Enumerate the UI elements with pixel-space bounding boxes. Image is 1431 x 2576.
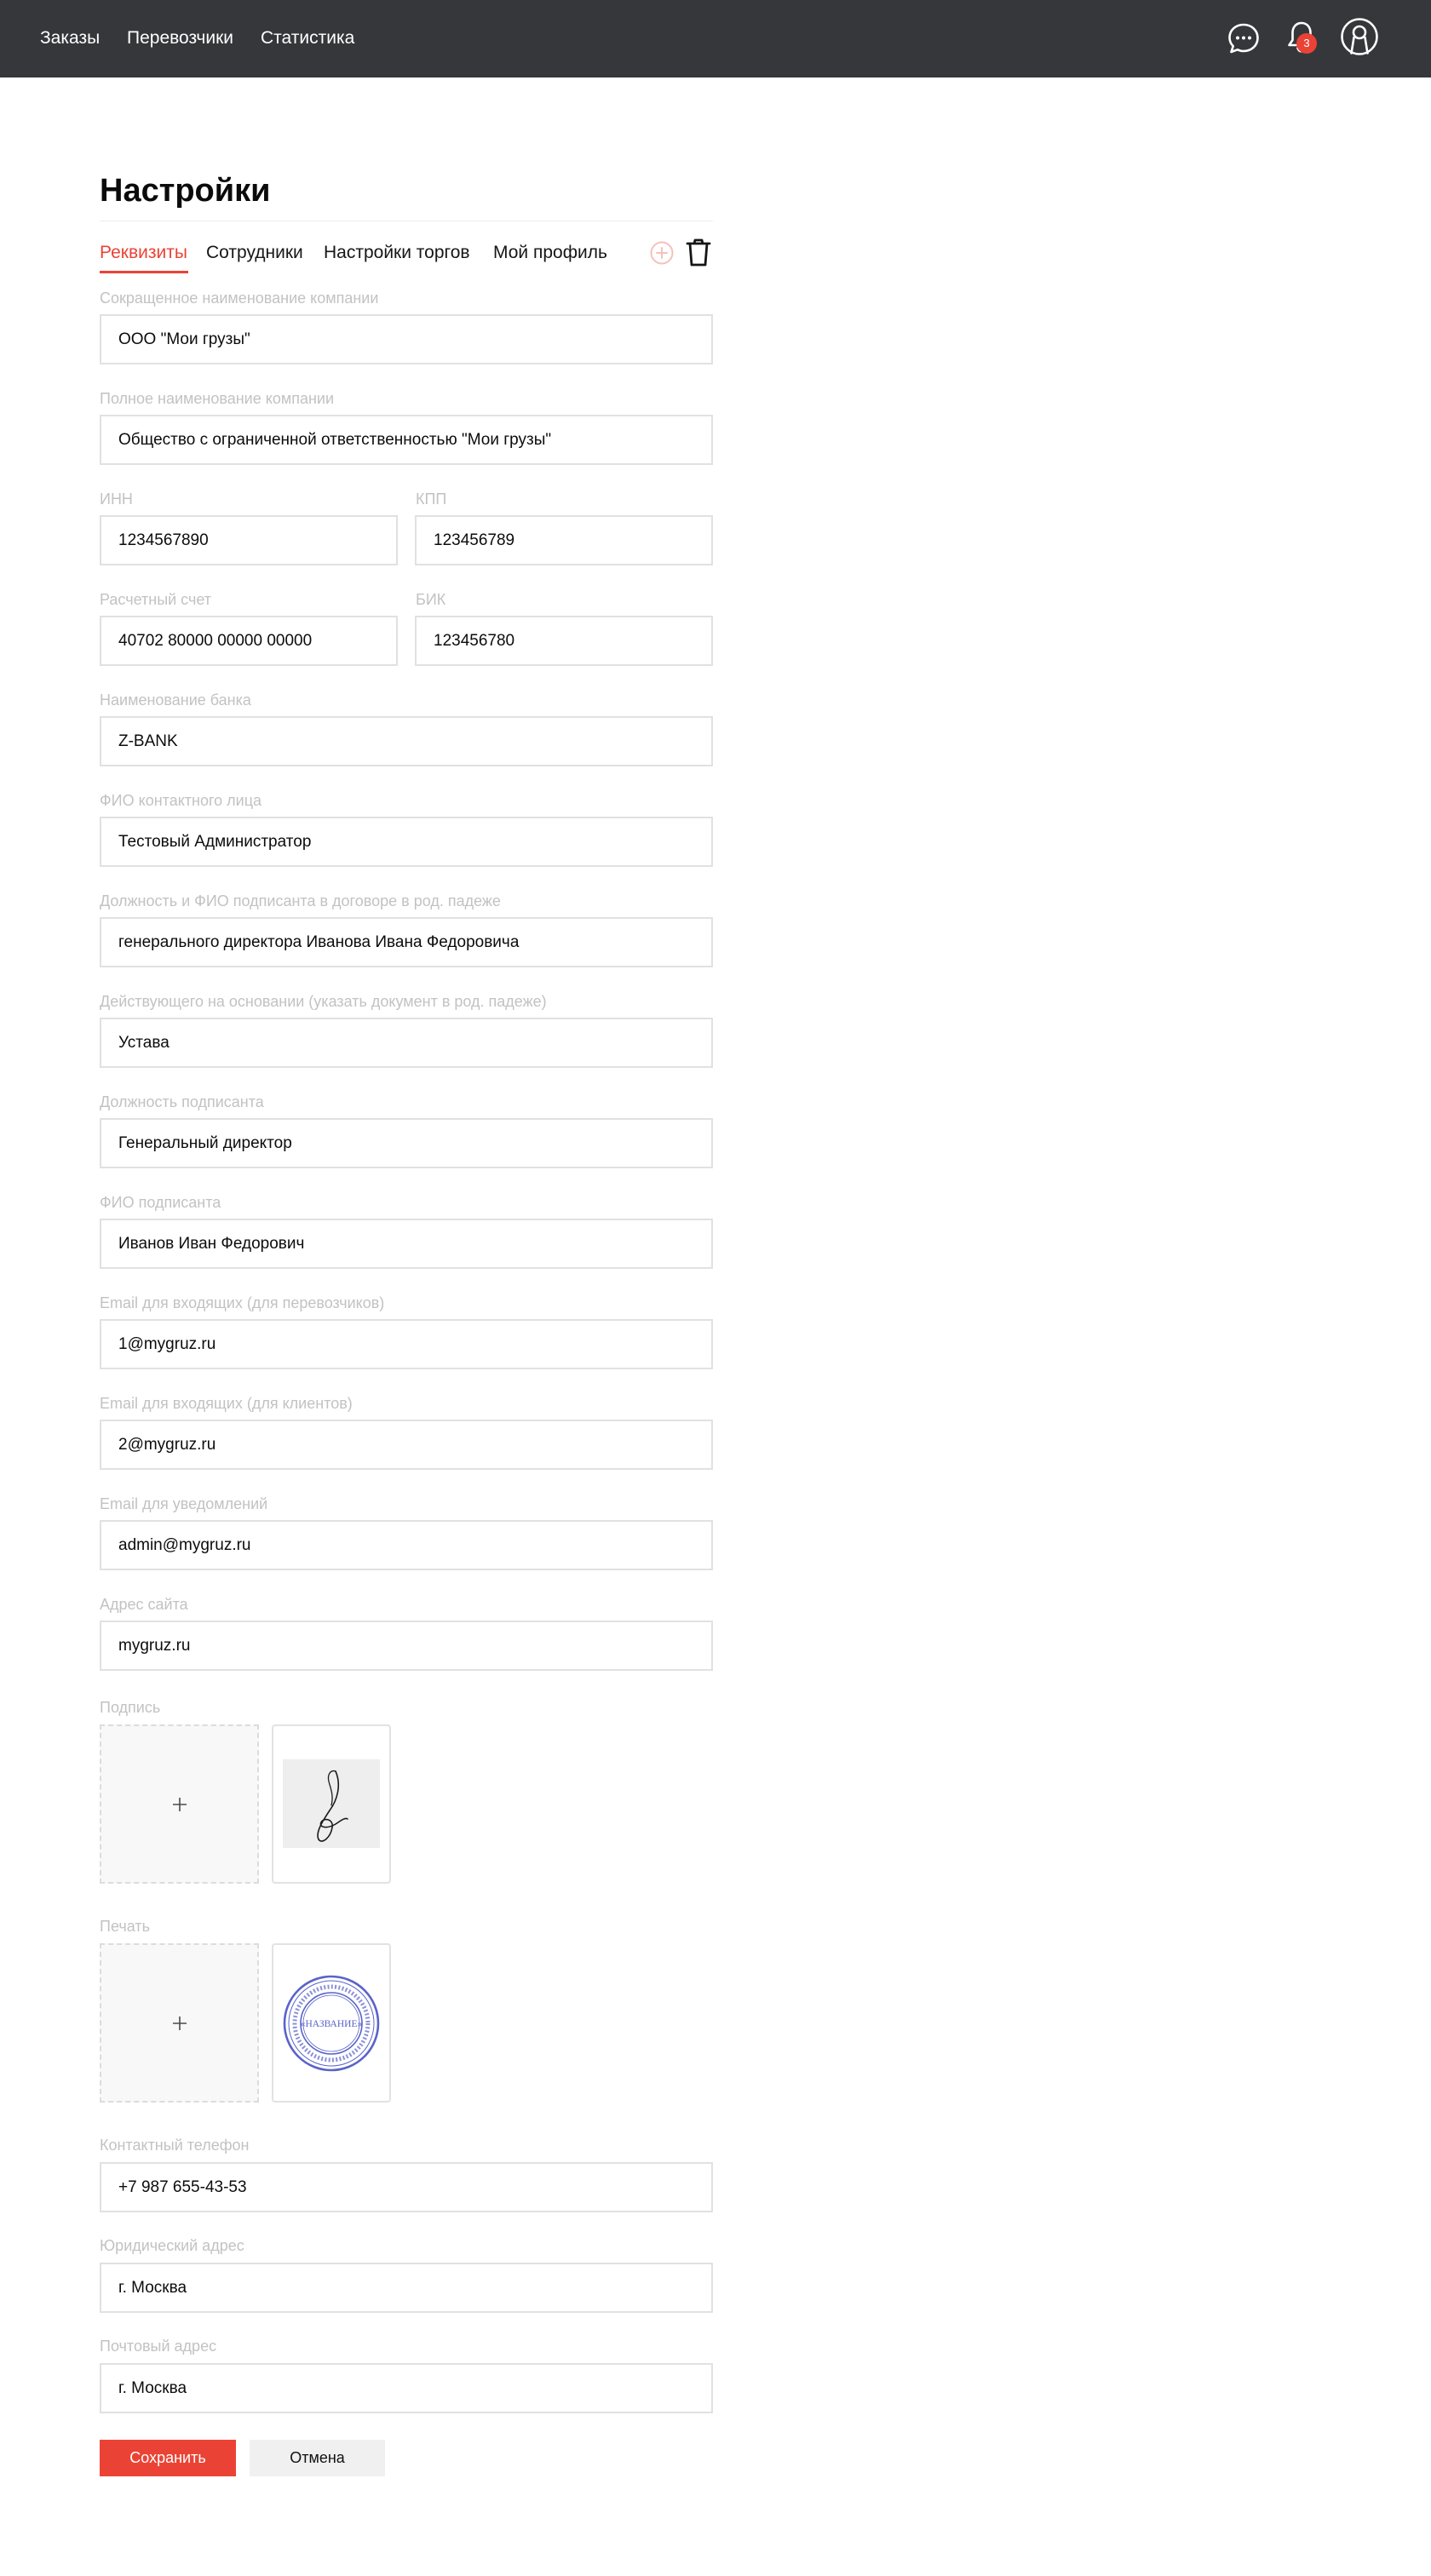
- stamp-preview[interactable]: «НАЗВАНИЕ»: [272, 1943, 391, 2103]
- signer-name-input[interactable]: [100, 1219, 713, 1269]
- inn-input[interactable]: [100, 515, 398, 565]
- signer-position-input[interactable]: [100, 1118, 713, 1168]
- full-name-label: Полное наименование компании: [100, 390, 335, 407]
- top-navigation-bar: Заказы Перевозчики Статистика 3: [0, 0, 1431, 77]
- stamp-label: Печать: [100, 1918, 150, 1935]
- signer-name-label: ФИО подписанта: [100, 1194, 221, 1211]
- kpp-label: КПП: [416, 491, 447, 508]
- save-button[interactable]: Сохранить: [100, 2440, 236, 2476]
- postal-address-label: Почтовый адрес: [100, 2338, 217, 2355]
- signer-genitive-label: Должность и ФИО подписанта в договоре в …: [100, 892, 501, 909]
- contact-input[interactable]: [100, 817, 713, 867]
- tab-employees[interactable]: Сотрудники: [206, 241, 303, 265]
- signature-image: [283, 1759, 380, 1848]
- cancel-button[interactable]: Отмена: [250, 2440, 385, 2476]
- contact-label: ФИО контактного лица: [100, 792, 262, 809]
- email-notify-label: Email для уведомлений: [100, 1495, 268, 1512]
- basis-input[interactable]: [100, 1018, 713, 1068]
- phone-input[interactable]: [100, 2162, 713, 2212]
- account-label: Расчетный счет: [100, 591, 212, 608]
- add-circle-icon[interactable]: [649, 240, 675, 266]
- account-input[interactable]: [100, 616, 398, 666]
- signer-genitive-input[interactable]: [100, 917, 713, 967]
- active-tab-indicator: [100, 271, 188, 273]
- bank-input[interactable]: [100, 716, 713, 766]
- website-label: Адрес сайта: [100, 1596, 188, 1613]
- user-icon[interactable]: [1340, 17, 1379, 56]
- legal-address-label: Юридический адрес: [100, 2237, 244, 2254]
- email-clients-label: Email для входящих (для клиентов): [100, 1395, 353, 1412]
- tab-trading-settings[interactable]: Настройки торгов: [324, 241, 470, 265]
- bank-label: Наименование банка: [100, 691, 251, 709]
- nav-carriers[interactable]: Перевозчики: [127, 26, 233, 50]
- plus-icon: [172, 1797, 187, 1811]
- email-notify-input[interactable]: [100, 1520, 713, 1570]
- plus-icon: [172, 2016, 187, 2030]
- short-name-label: Сокращенное наименование компании: [100, 290, 379, 307]
- short-name-input[interactable]: [100, 314, 713, 364]
- signature-upload-button[interactable]: [100, 1724, 259, 1884]
- kpp-input[interactable]: [415, 515, 713, 565]
- email-clients-input[interactable]: [100, 1420, 713, 1470]
- bik-label: БИК: [416, 591, 446, 608]
- email-carriers-input[interactable]: [100, 1319, 713, 1369]
- email-carriers-label: Email для входящих (для перевозчиков): [100, 1294, 385, 1311]
- full-name-input[interactable]: [100, 415, 713, 465]
- signature-preview[interactable]: [272, 1724, 391, 1884]
- page-title: Настройки: [100, 173, 271, 209]
- inn-label: ИНН: [100, 491, 133, 508]
- basis-label: Действующего на основании (указать докум…: [100, 993, 547, 1010]
- postal-address-input[interactable]: [100, 2363, 713, 2413]
- legal-address-input[interactable]: [100, 2263, 713, 2313]
- website-input[interactable]: [100, 1621, 713, 1671]
- bik-input[interactable]: [415, 616, 713, 666]
- stamp-upload-button[interactable]: [100, 1943, 259, 2103]
- signature-label: Подпись: [100, 1699, 161, 1716]
- nav-statistics[interactable]: Статистика: [261, 26, 354, 50]
- chat-icon[interactable]: [1227, 21, 1261, 55]
- notification-badge: 3: [1296, 33, 1317, 54]
- trash-icon[interactable]: [685, 238, 712, 267]
- tab-my-profile[interactable]: Мой профиль: [493, 241, 607, 265]
- phone-label: Контактный телефон: [100, 2137, 250, 2154]
- signer-position-label: Должность подписанта: [100, 1093, 264, 1110]
- stamp-image: «НАЗВАНИЕ»: [283, 1975, 380, 2072]
- stamp-text: «НАЗВАНИЕ»: [301, 2019, 363, 2029]
- nav-orders[interactable]: Заказы: [40, 26, 100, 50]
- tab-requisites[interactable]: Реквизиты: [100, 241, 187, 265]
